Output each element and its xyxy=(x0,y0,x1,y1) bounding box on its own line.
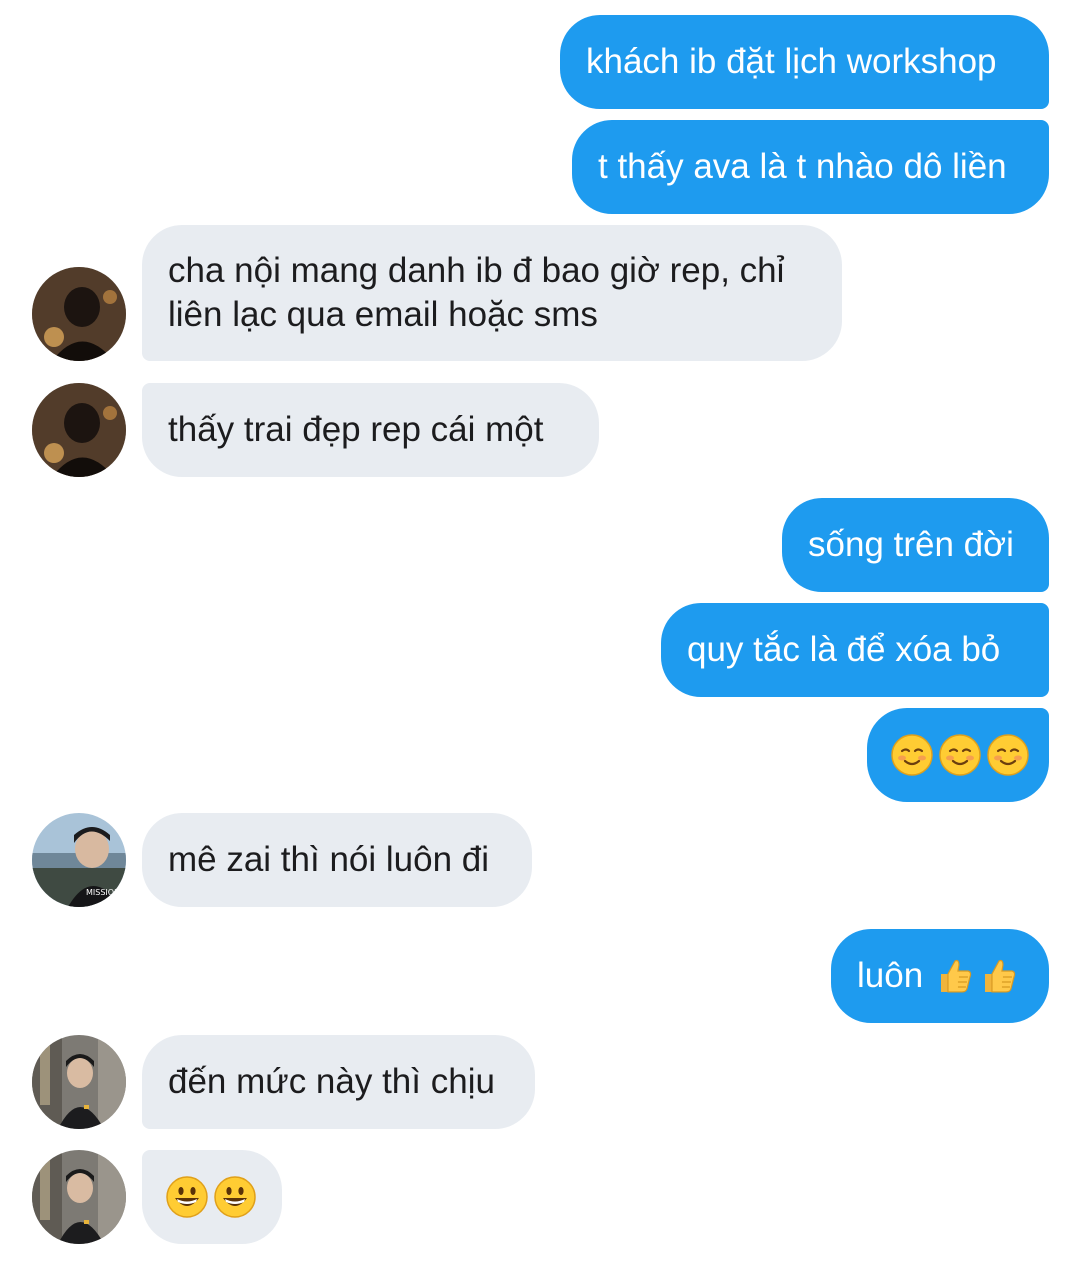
avatar-photo: MISSION xyxy=(32,813,126,907)
message-bubble-incoming[interactable] xyxy=(142,1150,282,1244)
smiling-face-icon xyxy=(987,734,1029,776)
chat-thread: khách ib đặt lịch workshop t thấy ava là… xyxy=(0,0,1080,1266)
svg-text:MISSION: MISSION xyxy=(86,888,120,897)
avatar-photo xyxy=(32,1035,126,1129)
message-bubble-outgoing[interactable]: khách ib đặt lịch workshop xyxy=(560,15,1049,109)
message-text: mê zai thì nói luôn đi xyxy=(168,840,490,879)
message-bubble-outgoing[interactable]: sống trên đời xyxy=(782,498,1049,592)
smiling-face-icon xyxy=(939,734,981,776)
message-bubble-incoming[interactable]: đến mức này thì chịu xyxy=(142,1035,535,1129)
message-bubble-outgoing[interactable]: quy tắc là để xóa bỏ xyxy=(661,603,1049,697)
avatar-photo xyxy=(32,267,126,361)
message-text: luôn xyxy=(857,956,924,995)
thumbs-up-icon xyxy=(985,959,1016,993)
message-bubble-outgoing[interactable]: luôn xyxy=(831,929,1049,1023)
message-text: khách ib đặt lịch workshop xyxy=(586,42,997,81)
message-text: thấy trai đẹp rep cái một xyxy=(168,410,544,449)
thumbs-up-icon xyxy=(941,959,972,993)
message-bubble-incoming[interactable]: mê zai thì nói luôn đi xyxy=(142,813,532,907)
grinning-face-icon xyxy=(166,1176,208,1218)
message-text: quy tắc là để xóa bỏ xyxy=(687,630,1001,669)
message-text: cha nội mang danh ib đ bao giờ rep, chỉ … xyxy=(168,251,785,334)
message-text: đến mức này thì chịu xyxy=(168,1062,495,1101)
message-emoji-row xyxy=(891,734,1033,776)
message-bubble-outgoing[interactable]: t thấy ava là t nhào dô liền xyxy=(572,120,1049,214)
avatar[interactable] xyxy=(32,383,126,477)
message-bubble-incoming[interactable]: thấy trai đẹp rep cái một xyxy=(142,383,599,477)
avatar-photo xyxy=(32,1150,126,1244)
message-bubble-outgoing[interactable] xyxy=(867,708,1049,802)
message-text: sống trên đời xyxy=(808,525,1014,564)
message-bubble-incoming[interactable]: cha nội mang danh ib đ bao giờ rep, chỉ … xyxy=(142,225,842,361)
smiling-face-icon xyxy=(891,734,933,776)
avatar-photo xyxy=(32,383,126,477)
avatar[interactable] xyxy=(32,267,126,361)
grinning-face-icon xyxy=(214,1176,256,1218)
avatar[interactable] xyxy=(32,1035,126,1129)
message-emoji-row xyxy=(166,1176,260,1218)
avatar[interactable]: MISSION xyxy=(32,813,126,907)
message-text: t thấy ava là t nhào dô liền xyxy=(598,147,1007,186)
avatar[interactable] xyxy=(32,1150,126,1244)
